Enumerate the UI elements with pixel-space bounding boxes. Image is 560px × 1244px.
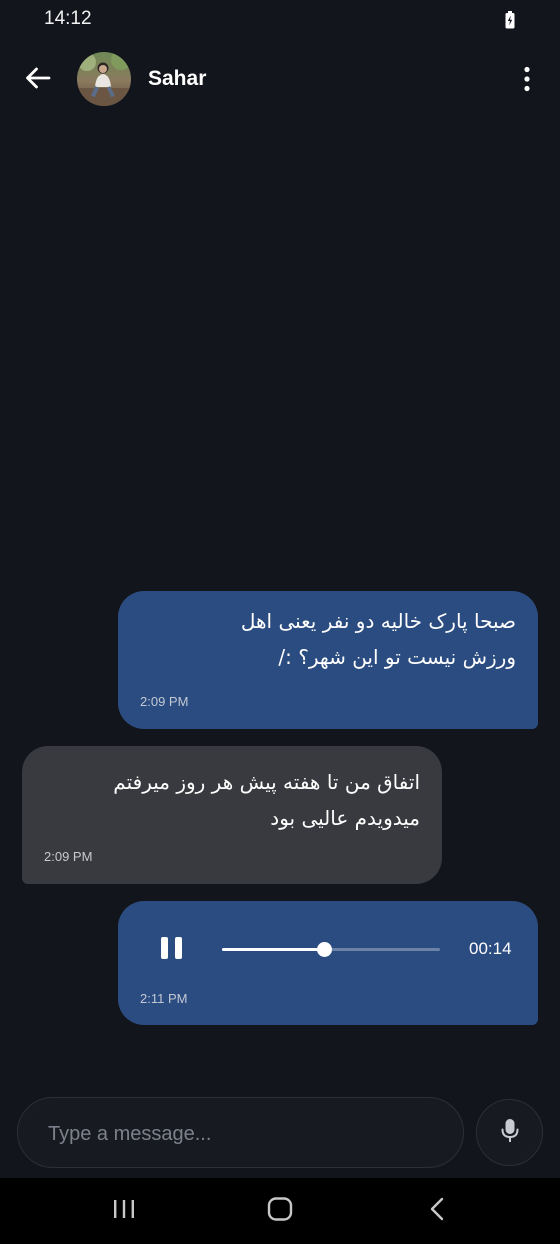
arrow-left-icon [25, 67, 51, 93]
recents-icon [112, 1199, 136, 1223]
back-button[interactable] [20, 62, 56, 98]
more-vertical-icon [523, 66, 531, 96]
pause-button[interactable] [158, 934, 186, 962]
navigation-bar [0, 1178, 560, 1244]
message-text: صبحا پارک خالیه دو نفر یعنی اهل ورزش نیس… [136, 603, 516, 675]
message-bubble-outgoing[interactable]: صبحا پارک خالیه دو نفر یعنی اهل ورزش نیس… [118, 591, 538, 729]
voice-message-bubble[interactable]: 00:14 2:11 PM [118, 901, 538, 1025]
nav-back-button[interactable] [417, 1196, 457, 1226]
contact-name[interactable]: Sahar [148, 67, 206, 91]
voice-duration: 00:14 [469, 939, 512, 958]
message-timestamp: 2:11 PM [140, 991, 188, 1006]
chat-header: Sahar [0, 48, 560, 112]
more-options-button[interactable] [512, 64, 542, 98]
home-icon [267, 1197, 293, 1225]
message-line: صبحا پارک خالیه دو نفر یعنی اهل [240, 609, 516, 633]
message-line: اتفاق من تا هفته پیش هر روز میرفتم [113, 770, 420, 794]
message-composer [17, 1097, 464, 1168]
playback-thumb[interactable] [317, 942, 333, 957]
back-chevron-icon [430, 1197, 444, 1225]
playback-progress-slider[interactable] [222, 942, 440, 957]
battery-charging-icon [505, 11, 515, 29]
message-line: ورزش نیست تو این شهر؟ :/ [278, 645, 516, 669]
message-bubble-incoming[interactable]: اتفاق من تا هفته پیش هر روز میرفتم میدوی… [22, 746, 442, 884]
microphone-icon [501, 1118, 519, 1148]
avatar[interactable] [77, 52, 131, 106]
message-timestamp: 2:09 PM [140, 694, 189, 709]
message-timestamp: 2:09 PM [44, 849, 93, 864]
playback-progress-fill [222, 948, 325, 951]
message-input[interactable] [46, 1118, 440, 1150]
recents-button[interactable] [104, 1196, 144, 1226]
message-text: اتفاق من تا هفته پیش هر روز میرفتم میدوی… [40, 764, 420, 836]
message-line: میدویدم عالیی بود [270, 806, 420, 830]
status-time: 14:12 [44, 8, 92, 29]
microphone-button[interactable] [476, 1099, 543, 1166]
home-button[interactable] [260, 1196, 300, 1226]
status-bar: 14:12 [0, 0, 560, 40]
